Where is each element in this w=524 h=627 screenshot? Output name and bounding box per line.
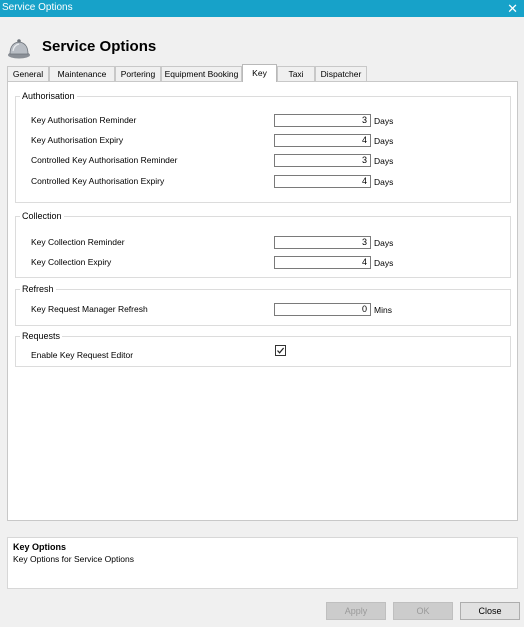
authorisation-title: Authorisation	[22, 91, 75, 101]
tab-general[interactable]: General	[7, 66, 49, 81]
page-title: Service Options	[42, 38, 157, 55]
key-collection-expiry-field[interactable]: 4	[274, 256, 371, 269]
key-authorisation-expiry-label: Key Authorisation Expiry	[31, 135, 124, 145]
close-button[interactable]: Close	[460, 602, 520, 620]
title-bar: Service Options ✕	[0, 0, 524, 17]
days-unit: Days	[374, 116, 394, 126]
key-request-manager-refresh-label: Key Request Manager Refresh	[31, 304, 148, 314]
controlled-key-authorisation-expiry-label: Controlled Key Authorisation Expiry	[31, 176, 165, 186]
service-bell-icon	[6, 34, 32, 60]
enable-key-request-editor-checkbox[interactable]	[275, 345, 286, 356]
controlled-key-authorisation-reminder-field[interactable]: 3	[274, 154, 371, 167]
ok-button[interactable]: OK	[393, 602, 453, 620]
key-request-manager-refresh-field[interactable]: 0	[274, 303, 371, 316]
key-collection-reminder-field[interactable]: 3	[274, 236, 371, 249]
days-unit: Days	[374, 156, 394, 166]
mins-unit: Mins	[374, 305, 392, 315]
key-collection-reminder-label: Key Collection Reminder	[31, 237, 125, 247]
controlled-key-authorisation-expiry-field[interactable]: 4	[274, 175, 371, 188]
key-authorisation-expiry-field[interactable]: 4	[274, 134, 371, 147]
days-unit: Days	[374, 136, 394, 146]
checkmark-icon	[277, 347, 285, 354]
controlled-key-authorisation-reminder-label: Controlled Key Authorisation Reminder	[31, 155, 178, 165]
days-unit: Days	[374, 258, 394, 268]
enable-key-request-editor-label: Enable Key Request Editor	[31, 350, 134, 360]
requests-group: Requests	[15, 331, 511, 367]
days-unit: Days	[374, 177, 394, 187]
days-unit: Days	[374, 238, 394, 248]
tab-portering[interactable]: Portering	[115, 66, 161, 81]
description-title: Key Options	[13, 542, 67, 552]
window-title: Service Options	[2, 2, 73, 13]
key-options-panel: Authorisation Key Authorisation Reminder…	[7, 81, 518, 521]
tab-key[interactable]: Key	[242, 64, 277, 82]
description-panel: Key Options Key Options for Service Opti…	[7, 537, 518, 589]
requests-title: Requests	[22, 331, 61, 341]
collection-title: Collection	[22, 211, 62, 221]
refresh-title: Refresh	[22, 284, 54, 294]
apply-button[interactable]: Apply	[326, 602, 386, 620]
key-authorisation-reminder-label: Key Authorisation Reminder	[31, 115, 137, 125]
tab-maintenance[interactable]: Maintenance	[49, 66, 115, 81]
description-text: Key Options for Service Options	[13, 554, 134, 564]
tab-equipment-booking[interactable]: Equipment Booking	[161, 66, 242, 81]
close-icon[interactable]: ✕	[507, 0, 518, 17]
tab-dispatcher[interactable]: Dispatcher	[315, 66, 367, 81]
authorisation-group: Authorisation	[15, 91, 511, 203]
key-collection-expiry-label: Key Collection Expiry	[31, 257, 112, 267]
key-authorisation-reminder-field[interactable]: 3	[274, 114, 371, 127]
tab-taxi[interactable]: Taxi	[277, 66, 315, 81]
